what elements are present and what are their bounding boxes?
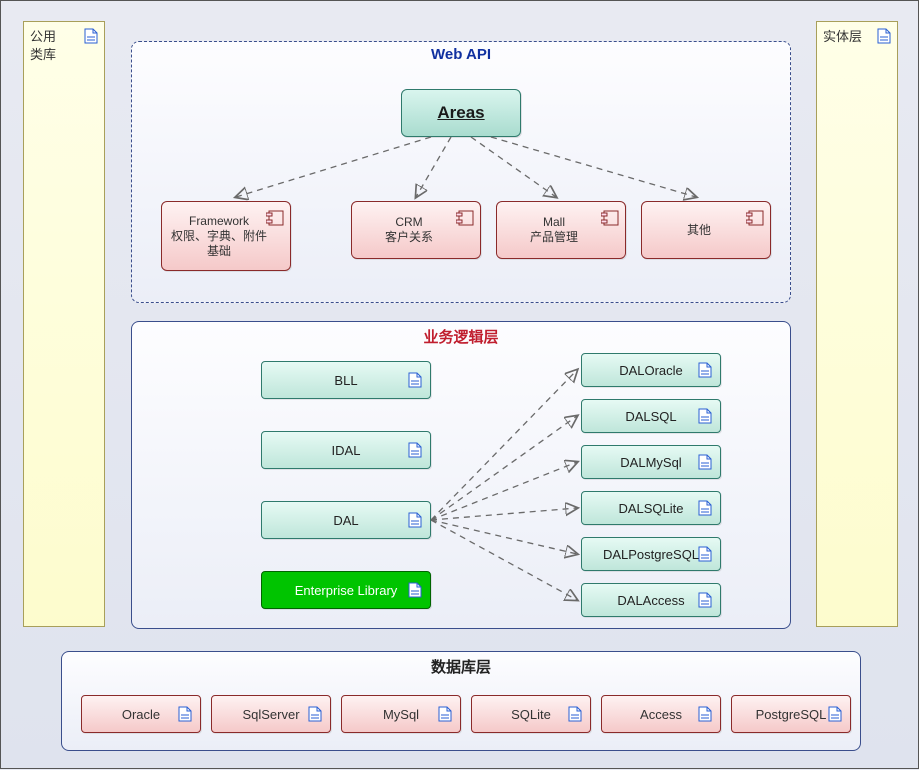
box-idal: IDAL (261, 431, 431, 469)
document-icon (438, 706, 452, 722)
box-dal: DAL (261, 501, 431, 539)
db-pg: PostgreSQL (731, 695, 851, 733)
region-logic-title: 业务逻辑层 (132, 326, 790, 347)
package-common: 公用 类库 (23, 21, 105, 627)
region-db-title: 数据库层 (62, 656, 860, 677)
comp-mall-name: Mall (543, 215, 565, 230)
box-entlib: Enterprise Library (261, 571, 431, 609)
areas-node: Areas (401, 89, 521, 137)
document-icon (698, 592, 712, 608)
comp-framework-desc: 权限、字典、附件基础 (170, 229, 268, 259)
db-access-label: Access (640, 707, 682, 722)
document-icon (698, 408, 712, 424)
db-sqlserver: SqlServer (211, 695, 331, 733)
box-bll-label: BLL (334, 373, 357, 388)
box-entlib-label: Enterprise Library (295, 583, 398, 598)
box-dalmysql-label: DALMySql (620, 455, 681, 470)
box-bll: BLL (261, 361, 431, 399)
box-dalpg-label: DALPostgreSQL (603, 547, 699, 562)
db-oracle: Oracle (81, 695, 201, 733)
comp-other-name: 其他 (687, 223, 711, 238)
document-icon (698, 500, 712, 516)
box-daloracle: DALOracle (581, 353, 721, 387)
comp-crm: CRM 客户关系 (351, 201, 481, 259)
db-mysql-label: MySql (383, 707, 419, 722)
db-sqlite-label: SQLite (511, 707, 551, 722)
db-mysql: MySql (341, 695, 461, 733)
document-icon (698, 706, 712, 722)
document-icon (408, 442, 422, 458)
comp-framework-name: Framework (189, 214, 249, 229)
box-dalaccess: DALAccess (581, 583, 721, 617)
component-icon (746, 210, 764, 226)
document-icon (698, 546, 712, 562)
box-dal-label: DAL (333, 513, 358, 528)
box-dalmysql: DALMySql (581, 445, 721, 479)
box-dalsql-label: DALSQL (625, 409, 676, 424)
document-icon (178, 706, 192, 722)
document-icon (408, 582, 422, 598)
db-oracle-label: Oracle (122, 707, 160, 722)
component-icon (266, 210, 284, 226)
region-webapi-title: Web API (132, 46, 790, 63)
box-dalsqlite: DALSQLite (581, 491, 721, 525)
document-icon (698, 454, 712, 470)
comp-framework: Framework 权限、字典、附件基础 (161, 201, 291, 271)
box-dalaccess-label: DALAccess (617, 593, 684, 608)
package-entity-title: 实体层 (823, 29, 862, 44)
box-daloracle-label: DALOracle (619, 363, 683, 378)
document-icon (828, 706, 842, 722)
document-icon (308, 706, 322, 722)
box-dalpg: DALPostgreSQL (581, 537, 721, 571)
comp-mall-desc: 产品管理 (530, 230, 578, 245)
document-icon (698, 362, 712, 378)
document-icon (877, 28, 891, 44)
document-icon (408, 512, 422, 528)
db-access: Access (601, 695, 721, 733)
comp-mall: Mall 产品管理 (496, 201, 626, 259)
db-sqlite: SQLite (471, 695, 591, 733)
component-icon (456, 210, 474, 226)
component-icon (601, 210, 619, 226)
comp-crm-name: CRM (395, 215, 422, 230)
comp-other: 其他 (641, 201, 771, 259)
document-icon (84, 28, 98, 44)
package-entity: 实体层 (816, 21, 898, 627)
box-dalsql: DALSQL (581, 399, 721, 433)
db-pg-label: PostgreSQL (756, 707, 827, 722)
db-sqlserver-label: SqlServer (242, 707, 299, 722)
box-idal-label: IDAL (332, 443, 361, 458)
box-dalsqlite-label: DALSQLite (618, 501, 683, 516)
document-icon (408, 372, 422, 388)
comp-crm-desc: 客户关系 (385, 230, 433, 245)
package-common-title: 公用 类库 (30, 29, 56, 62)
document-icon (568, 706, 582, 722)
